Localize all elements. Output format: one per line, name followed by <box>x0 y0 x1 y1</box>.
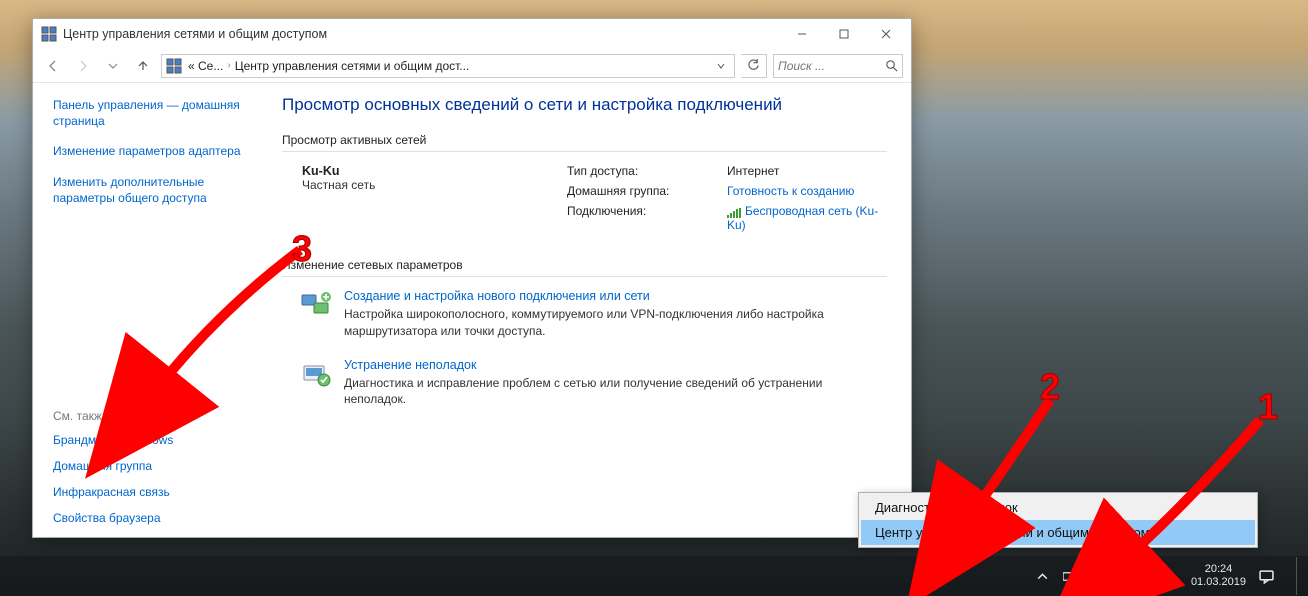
sidebar: Панель управления — домашняя страница Из… <box>33 83 268 537</box>
tray-overflow-icon[interactable] <box>1035 568 1051 584</box>
show-desktop-button[interactable] <box>1296 557 1304 595</box>
annotation-number-1: 1 <box>1258 386 1278 428</box>
tray-clock[interactable]: 20:24 01.03.2019 <box>1191 563 1246 588</box>
battery-icon[interactable] <box>1063 568 1079 584</box>
new-connection-desc: Настройка широкополосного, коммутируемог… <box>344 306 887 340</box>
network-type: Частная сеть <box>282 178 557 192</box>
breadcrumb[interactable]: « Се... › Центр управления сетями и общи… <box>161 54 735 78</box>
sidebar-link-firewall[interactable]: Брандмауэр Windows <box>53 433 252 447</box>
network-center-window: Центр управления сетями и общим доступом… <box>32 18 912 538</box>
breadcrumb-part[interactable]: Центр управления сетями и общим дост... <box>235 59 470 73</box>
see-also-label: См. также <box>53 409 252 423</box>
network-center-icon <box>41 26 57 42</box>
task-new-connection: Создание и настройка нового подключения … <box>282 289 887 340</box>
search-input[interactable] <box>778 59 898 73</box>
homegroup-link[interactable]: Готовность к созданию <box>727 184 854 198</box>
annotation-number-3: 3 <box>292 228 312 270</box>
access-type-value: Интернет <box>727 164 887 178</box>
main-content: Просмотр основных сведений о сети и наст… <box>268 83 911 537</box>
active-network-panel: Ku-Ku Частная сеть Тип доступа: Интернет… <box>282 164 887 232</box>
tray-time: 20:24 <box>1191 563 1246 576</box>
close-button[interactable] <box>865 20 907 48</box>
minimize-button[interactable] <box>781 20 823 48</box>
sidebar-link-homegroup[interactable]: Домашняя группа <box>53 459 252 473</box>
connections-label: Подключения: <box>567 204 717 218</box>
nav-forward-button[interactable] <box>71 54 95 78</box>
new-connection-icon <box>300 289 332 321</box>
titlebar: Центр управления сетями и общим доступом <box>33 19 911 49</box>
new-connection-link[interactable]: Создание и настройка нового подключения … <box>344 289 650 303</box>
window-title: Центр управления сетями и общим доступом <box>63 27 781 41</box>
taskbar: РУС 20:24 01.03.2019 <box>0 556 1308 596</box>
annotation-number-2: 2 <box>1040 366 1060 408</box>
nav-recent-button[interactable] <box>101 54 125 78</box>
address-bar: « Се... › Центр управления сетями и общи… <box>33 49 911 83</box>
chevron-right-icon: › <box>227 60 230 71</box>
maximize-button[interactable] <box>823 20 865 48</box>
address-dropdown-button[interactable] <box>712 61 730 71</box>
sidebar-link-control-panel-home[interactable]: Панель управления — домашняя страница <box>53 97 252 129</box>
search-box[interactable] <box>773 54 903 78</box>
sidebar-link-infrared[interactable]: Инфракрасная связь <box>53 485 252 499</box>
sidebar-link-sharing-settings[interactable]: Изменить дополнительные параметры общего… <box>53 174 252 206</box>
menu-item-network-center[interactable]: Центр управления сетями и общим доступом <box>861 520 1255 545</box>
access-type-label: Тип доступа: <box>567 164 717 178</box>
action-center-icon[interactable] <box>1258 568 1274 584</box>
network-name: Ku-Ku <box>282 164 557 178</box>
refresh-button[interactable] <box>741 54 767 78</box>
wifi-tray-icon[interactable] <box>1091 568 1107 584</box>
troubleshoot-link[interactable]: Устранение неполадок <box>344 358 476 372</box>
tray-date: 01.03.2019 <box>1191 576 1246 589</box>
breadcrumb-icon <box>166 58 182 74</box>
search-icon <box>885 59 898 75</box>
homegroup-label: Домашняя группа: <box>567 184 717 198</box>
separator <box>282 151 887 152</box>
connection-link[interactable]: Беспроводная сеть (Ku-Ku) <box>727 204 878 232</box>
system-tray: РУС 20:24 01.03.2019 <box>1035 557 1304 595</box>
menu-item-diagnose[interactable]: Диагностика неполадок <box>861 495 1255 520</box>
sidebar-link-browser-properties[interactable]: Свойства браузера <box>53 511 252 525</box>
network-tray-context-menu: Диагностика неполадок Центр управления с… <box>858 492 1258 548</box>
page-heading: Просмотр основных сведений о сети и наст… <box>282 95 887 115</box>
task-troubleshoot: Устранение неполадок Диагностика и испра… <box>282 358 887 409</box>
volume-icon[interactable] <box>1119 568 1135 584</box>
active-networks-label: Просмотр активных сетей <box>282 133 887 147</box>
troubleshoot-desc: Диагностика и исправление проблем с сеть… <box>344 375 887 409</box>
nav-up-button[interactable] <box>131 54 155 78</box>
nav-back-button[interactable] <box>41 54 65 78</box>
wifi-signal-icon <box>727 207 741 217</box>
change-network-settings-label: Изменение сетевых параметров <box>282 258 887 272</box>
troubleshoot-icon <box>300 358 332 390</box>
separator <box>282 276 887 277</box>
sidebar-link-adapter-settings[interactable]: Изменение параметров адаптера <box>53 143 252 159</box>
breadcrumb-part[interactable]: « Се... <box>188 59 223 73</box>
input-language-indicator[interactable]: РУС <box>1147 569 1171 583</box>
